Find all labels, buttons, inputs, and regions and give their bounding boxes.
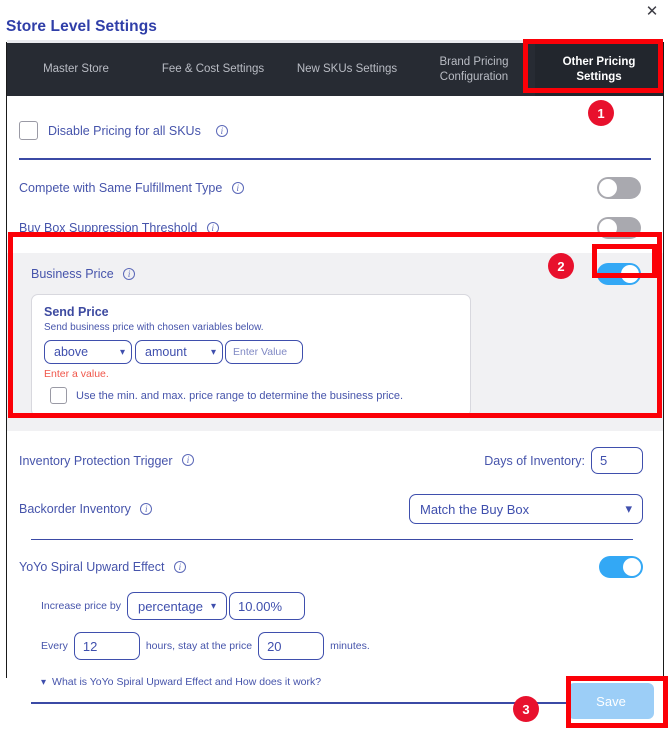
backorder-inventory-label: Backorder Inventory: [19, 502, 131, 516]
chevron-down-icon: ▾: [625, 501, 632, 516]
yoyo-help-link[interactable]: What is YoYo Spiral Upward Effect and Ho…: [52, 676, 321, 688]
row-backorder-inventory: Backorder Inventory i Match the Buy Box …: [19, 494, 651, 524]
yoyo-stay-minutes-input[interactable]: 20: [258, 632, 325, 661]
send-price-controls: above ▾ amount ▾ Enter Value: [44, 340, 458, 364]
min-max-range-label: Use the min. and max. price range to det…: [76, 389, 404, 402]
close-icon[interactable]: ✕: [642, 2, 662, 22]
tab-new-skus-settings[interactable]: New SKUs Settings: [281, 43, 413, 96]
yoyo-every-label: Every: [41, 640, 68, 653]
annotation-badge-2: 2: [548, 253, 574, 279]
dialog-frame: Master Store Fee & Cost Settings New SKU…: [6, 40, 664, 704]
info-icon[interactable]: i: [206, 221, 219, 234]
save-button[interactable]: Save: [568, 683, 654, 719]
yoyo-increase-value-input[interactable]: 10.00%: [228, 592, 305, 621]
info-icon[interactable]: i: [182, 454, 194, 467]
info-icon[interactable]: i: [123, 267, 136, 280]
info-icon[interactable]: i: [231, 181, 244, 194]
row-yoyo-spiral: YoYo Spiral Upward Effect i: [19, 556, 651, 579]
value-error-message: Enter a value.: [44, 368, 109, 380]
chevron-down-icon: ▾: [41, 676, 47, 688]
divider-tertiary: [31, 702, 633, 704]
annotation-badge-3: 3: [513, 696, 539, 722]
days-of-inventory-input[interactable]: 5: [591, 447, 643, 474]
inventory-protection-label: Inventory Protection Trigger: [19, 453, 173, 468]
disable-pricing-label: Disable Pricing for all SKUs: [48, 123, 201, 138]
tab-master-store[interactable]: Master Store: [7, 43, 145, 96]
comparator-value: above: [54, 345, 89, 359]
variable-value: amount: [145, 345, 187, 359]
tab-other-pricing-settings[interactable]: Other Pricing Settings: [535, 43, 663, 96]
buy-box-suppression-toggle[interactable]: [597, 217, 641, 239]
divider-secondary: [31, 539, 633, 541]
value-input[interactable]: Enter Value: [225, 340, 303, 364]
chevron-down-icon: ▾: [119, 346, 125, 358]
yoyo-toggle[interactable]: [599, 556, 643, 579]
page-title: Store Level Settings: [6, 18, 158, 35]
comparator-select[interactable]: above ▾: [44, 340, 132, 364]
min-max-checkbox-row: Use the min. and max. price range to det…: [44, 387, 458, 404]
business-price-card: Business Price i Send Price Send busines…: [7, 253, 663, 431]
info-icon[interactable]: i: [215, 124, 228, 137]
row-inventory-protection: Inventory Protection Trigger i Days of I…: [19, 447, 651, 474]
row-buy-box-suppression: Buy Box Suppression Threshold i: [19, 217, 651, 239]
backorder-inventory-value: Match the Buy Box: [420, 501, 530, 517]
tab-fee-cost-settings[interactable]: Fee & Cost Settings: [145, 43, 281, 96]
compete-fulfillment-toggle[interactable]: [597, 177, 641, 199]
divider-primary: [19, 158, 651, 160]
send-price-box: Send Price Send business price with chos…: [31, 294, 471, 417]
yoyo-increase-type-value: percentage: [137, 598, 204, 614]
yoyo-hours-label: hours, stay at the price: [145, 640, 253, 653]
yoyo-increase-type-select[interactable]: percentage ▾: [126, 592, 227, 621]
tab-brand-pricing-configuration[interactable]: Brand Pricing Configuration: [413, 43, 535, 96]
disable-pricing-checkbox[interactable]: [19, 121, 38, 140]
yoyo-label: YoYo Spiral Upward Effect: [19, 560, 165, 575]
variable-select[interactable]: amount ▾: [135, 340, 223, 364]
yoyo-increase-label: Increase price by: [41, 600, 121, 613]
business-price-toggle[interactable]: [597, 263, 641, 285]
annotation-badge-1: 1: [588, 100, 614, 126]
business-price-label: Business Price: [31, 267, 114, 281]
send-price-description: Send business price with chosen variable…: [44, 322, 264, 333]
yoyo-minutes-label: minutes.: [330, 640, 370, 653]
buy-box-suppression-label: Buy Box Suppression Threshold: [19, 221, 198, 235]
yoyo-increase-row: Increase price by percentage ▾ 10.00%: [19, 592, 651, 621]
row-compete-fulfillment: Compete with Same Fulfillment Type i: [19, 177, 651, 199]
compete-fulfillment-label: Compete with Same Fulfillment Type: [19, 181, 223, 195]
backorder-inventory-select[interactable]: Match the Buy Box ▾: [409, 494, 643, 524]
days-of-inventory-label: Days of Inventory:: [484, 453, 585, 468]
info-icon[interactable]: i: [140, 502, 153, 515]
yoyo-timing-row: Every 12 hours, stay at the price 20 min…: [19, 632, 651, 661]
info-icon[interactable]: i: [173, 561, 186, 574]
min-max-range-checkbox[interactable]: [50, 387, 67, 404]
send-price-title: Send Price: [44, 305, 109, 319]
tab-bar: Master Store Fee & Cost Settings New SKU…: [7, 40, 663, 96]
store-level-settings-modal: ✕ Store Level Settings Master Store Fee …: [0, 0, 670, 733]
settings-panel: Disable Pricing for all SKUs i Compete w…: [7, 121, 663, 704]
chevron-down-icon: ▾: [210, 346, 216, 358]
yoyo-every-hours-input[interactable]: 12: [73, 632, 140, 661]
yoyo-help-row[interactable]: ▾ What is YoYo Spiral Upward Effect and …: [19, 676, 651, 688]
row-disable-pricing: Disable Pricing for all SKUs i: [19, 121, 651, 140]
chevron-down-icon: ▾: [210, 600, 216, 612]
